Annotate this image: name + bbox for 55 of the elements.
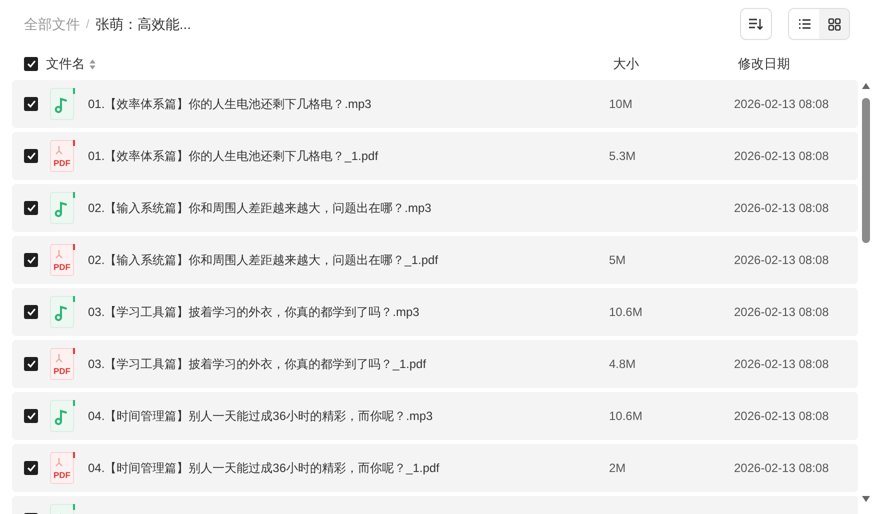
file-date: 2026-02-13 08:08 [734, 357, 829, 371]
grid-icon [828, 18, 840, 30]
file-name[interactable]: 03.【学习工具篇】披着学习的外衣，你真的都学到了吗？.mp3 [88, 305, 420, 319]
file-size: 10.6M [609, 305, 642, 319]
file-date: 2026-02-13 08:08 [734, 201, 829, 215]
column-header[interactable]: 文件名 [46, 54, 85, 74]
file-date: 2026-02-13 08:08 [734, 149, 829, 163]
check-icon [26, 412, 36, 420]
breadcrumb-separator: / [86, 16, 90, 33]
file-date: 2026-02-13 08:08 [734, 97, 829, 111]
file-size: 10M [609, 97, 632, 111]
file-row[interactable]: 03.【学习工具篇】披着学习的外衣，你真的都学到了吗？.mp3 10.6M 2026-02-13 08:08 [12, 288, 858, 336]
grid-view-button[interactable] [819, 9, 849, 39]
file-date: 2026-02-13 08:08 [734, 461, 829, 475]
file-row[interactable]: PDF 03.【学习工具篇】披着学习的外衣，你真的都学到了吗？_1.pdf 4.8M 2026-02-13 08:08 [12, 340, 858, 388]
file-size: 4.8M [609, 357, 636, 371]
file-row[interactable]: PDF 02.【输入系统篇】你和周围人差距越来越大，问题出在哪？_1.pdf 5M 2026-02-13 08:08 [12, 236, 858, 284]
sort-button[interactable] [740, 8, 772, 40]
column-header: 大小 [613, 55, 640, 74]
file-size: 5M [609, 253, 626, 267]
sort-icon[interactable] [89, 58, 96, 70]
pdf-file-icon: PDF [50, 452, 76, 484]
check-icon [26, 204, 36, 212]
file-name[interactable]: 01.【效率体系篇】你的人生电池还剩下几格电？.mp3 [88, 97, 372, 111]
list-icon [798, 18, 810, 30]
file-date: 2026-02-13 08:08 [734, 305, 829, 319]
file-name[interactable]: 01.【效率体系篇】你的人生电池还剩下几格电？_1.pdf [88, 149, 378, 163]
breadcrumb-current: 张萌：高效能... [95, 14, 192, 34]
pdf-file-icon: PDF [50, 244, 76, 276]
file-name[interactable]: 02.【输入系统篇】你和周围人差距越来越大，问题出在哪？_1.pdf [88, 253, 438, 267]
file-row[interactable]: PDF 04.【时间管理篇】别人一天能过成36小时的精彩，而你呢？_1.pdf 2M 2026-02-13 08:08 [12, 444, 858, 492]
file-row[interactable]: 02.【输入系统篇】你和周围人差距越来越大，问题出在哪？.mp3 2026-02-13 08:08 [12, 184, 858, 232]
file-row[interactable]: 01.【效率体系篇】你的人生电池还剩下几格电？.mp3 10M 2026-02-13 08:08 [12, 80, 858, 128]
file-row[interactable]: 04.【时间管理篇】别人一天能过成36小时的精彩，而你呢？.mp3 10.6M 2026-02-13 08:08 [12, 392, 858, 440]
check-icon [26, 152, 36, 160]
check-icon [26, 360, 36, 368]
file-date: 2026-02-13 08:08 [734, 409, 829, 423]
file-row[interactable]: PDF 01.【效率体系篇】你的人生电池还剩下几格电？_1.pdf 5.3M 2026-02-13 08:08 [12, 132, 858, 180]
column-header: 修改日期 [738, 55, 791, 74]
file-size: 5.3M [609, 149, 636, 163]
file-date: 2026-02-13 08:08 [734, 253, 829, 267]
file-name[interactable]: 04.【时间管理篇】别人一天能过成36小时的精彩，而你呢？_1.pdf [88, 461, 440, 475]
check-icon [26, 256, 36, 264]
check-icon [26, 60, 36, 68]
file-name[interactable]: 02.【输入系统篇】你和周围人差距越来越大，问题出在哪？.mp3 [88, 201, 432, 215]
sort-icon [749, 18, 763, 30]
file-size: 10.6M [609, 409, 642, 423]
pdf-file-icon: PDF [50, 348, 76, 380]
file-name[interactable]: 04.【时间管理篇】别人一天能过成36小时的精彩，而你呢？.mp3 [88, 409, 433, 423]
check-icon [26, 308, 36, 316]
pdf-file-icon: PDF [50, 140, 76, 172]
file-name[interactable]: 03.【学习工具篇】披着学习的外衣，你真的都学到了吗？_1.pdf [88, 357, 426, 371]
check-icon [26, 100, 36, 108]
check-icon [26, 464, 36, 472]
file-size: 2M [609, 461, 626, 475]
